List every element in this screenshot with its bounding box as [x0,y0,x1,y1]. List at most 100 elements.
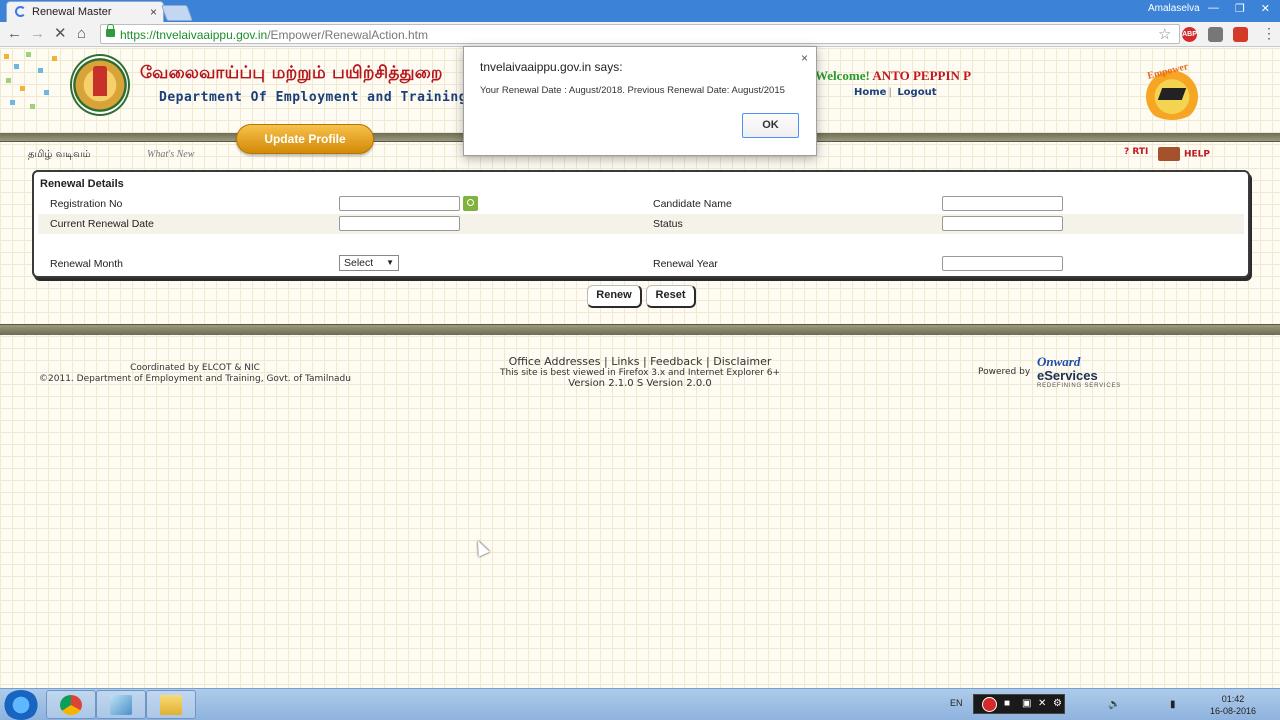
forward-icon[interactable]: → [30,25,45,43]
recorder-controls[interactable]: ■ ▣ ✕ ⚙ [973,694,1065,714]
bookmark-star-icon[interactable]: ☆ [1158,25,1171,43]
close-window-button[interactable]: ✕ [1261,2,1270,15]
section-title: Renewal Details [40,178,124,190]
extension-icon[interactable] [1208,27,1223,42]
logout-link[interactable]: Logout [897,87,936,98]
network-icon[interactable]: ▮ [1170,699,1176,710]
stop-icon: ■ [1004,698,1011,709]
chrome-icon [60,695,82,715]
stop-icon[interactable]: ✕ [54,25,67,43]
browser-toolbar: ← → ✕ ⌂ https://tnvelaivaaippu.gov.in/Em… [0,22,1280,47]
browser-tab[interactable]: Renewal Master × [6,1,164,22]
alert-message: Your Renewal Date : August/2018. Previou… [480,85,785,96]
url-text: https://tnvelaivaaippu.gov.in/Empower/Re… [120,28,428,42]
mouse-cursor-icon [472,538,490,557]
welcome-message: Welcome! ANTO PEPPIN P [815,68,971,84]
renewal-month-selected: Select [344,257,374,269]
registration-no-label: Registration No [50,198,123,210]
home-link[interactable]: Home [854,87,886,98]
mute-icon: ✕ [1038,698,1047,709]
pdf-extension-icon[interactable] [1233,27,1248,42]
candidate-name-input[interactable] [942,196,1063,211]
renewal-year-input[interactable] [942,256,1063,271]
welcome-prefix: Welcome! [815,68,870,83]
renewal-year-label: Renewal Year [653,258,718,270]
renewal-month-select[interactable]: Select ▼ [339,255,399,271]
windows-taskbar: EN ■ ▣ ✕ ⚙ 🔈 ▮ 01:42 16-08-2016 [0,688,1280,720]
volume-icon[interactable]: 🔈 [1108,699,1120,710]
restore-button[interactable]: ❐ [1235,2,1245,15]
reset-button[interactable]: Reset [646,285,696,308]
update-profile-button[interactable]: Update Profile [236,124,374,154]
book-icon [1158,147,1180,161]
alert-close-icon[interactable]: × [801,51,808,65]
footer-links-block: Office Addresses | Links | Feedback | Di… [440,355,840,389]
help-link[interactable]: HELP [1158,147,1210,161]
lock-icon [106,24,115,37]
chrome-menu-icon[interactable]: ⋮ [1262,25,1276,42]
department-title-tamil: வேலைவாய்ப்பு மற்றும் பயிற்சித்துறை [140,63,443,83]
form-row-renewal-date: Current Renewal Date Status [38,214,1244,234]
registration-no-input[interactable] [339,196,460,211]
coordinated-by: Coordinated by ELCOT & NIC [130,363,260,373]
camera-icon: ▣ [1022,698,1032,709]
question-icon: ? [1124,147,1130,157]
language-indicator[interactable]: EN [950,698,963,708]
url-path: /Empower/RenewalAction.htm [267,28,428,42]
adblock-icon[interactable]: ABP [1182,27,1197,42]
window-user: Amalaselva [1148,3,1200,14]
clock[interactable]: 01:42 16-08-2016 [1210,693,1256,717]
eservices-logo-text: eServices [1037,368,1098,383]
status-label: Status [653,218,683,230]
back-icon[interactable]: ← [7,25,22,43]
user-name: ANTO PEPPIN P [872,68,972,83]
clock-time: 01:42 [1221,694,1245,704]
alert-dialog: × tnvelaivaaippu.gov.in says: Your Renew… [463,46,817,156]
url-host: https://tnvelaivaaippu.gov.in [120,28,268,42]
home-icon[interactable]: ⌂ [77,25,86,43]
browser-titlebar: Renewal Master × Amalaselva — ❐ ✕ [0,0,1280,22]
browser-note: This site is best viewed in Firefox 3.x … [499,368,781,378]
current-renewal-date-input[interactable] [339,216,460,231]
footer-links[interactable]: Office Addresses | Links | Feedback | Di… [440,355,840,368]
minimize-button[interactable]: — [1208,2,1219,15]
footer-credits: Coordinated by ELCOT & NIC ©2011. Depart… [0,363,390,385]
window-icon [110,695,132,715]
top-links: Home | Logout [854,87,937,98]
help-label: HELP [1184,149,1211,160]
tab-title: Renewal Master [32,6,112,18]
renew-button[interactable]: Renew [587,285,642,308]
new-tab-button[interactable] [161,5,193,21]
logo-tagline: REDEFINING SERVICES [1037,383,1122,389]
taskbar-chrome[interactable] [46,690,96,719]
start-button[interactable] [3,690,39,720]
form-row-registration: Registration No Candidate Name [38,194,1244,214]
candidate-name-label: Candidate Name [653,198,732,210]
current-renewal-date-label: Current Renewal Date [50,218,154,230]
folder-icon [160,695,182,715]
renewal-details-panel: Renewal Details Registration No Candidat… [32,170,1250,278]
copyright: ©2011. Department of Employment and Trai… [39,374,351,384]
version-text: Version 2.1.0 S Version 2.0.0 [568,378,712,389]
rti-link[interactable]: ? RTI [1124,147,1148,157]
taskbar-window[interactable] [96,690,146,719]
empower-logo: Empower [1140,61,1204,120]
settings-icon: ⚙ [1053,698,1062,709]
empower-logo-text: Empower [1146,61,1190,82]
taskbar-explorer[interactable] [146,690,196,719]
whats-new-link[interactable]: What's New [147,149,194,160]
alert-ok-button[interactable]: OK [742,113,799,138]
tab-close-icon[interactable]: × [150,5,157,19]
tamil-version-link[interactable]: தமிழ் வடிவம் [28,149,91,161]
status-input[interactable] [942,216,1063,231]
graduation-cap-icon [1157,88,1187,100]
decorative-dots [0,48,60,118]
powered-by: Powered by [978,367,1031,377]
onward-eservices-logo: Onward eServices REDEFINING SERVICES [1037,354,1137,389]
clock-date: 16-08-2016 [1210,706,1257,716]
search-icon[interactable] [463,196,478,211]
footer-stripe [0,324,1280,335]
department-title: Department Of Employment and Training [159,90,468,105]
record-icon [982,697,997,712]
address-bar[interactable]: https://tnvelaivaaippu.gov.in/Empower/Re… [100,24,1180,44]
